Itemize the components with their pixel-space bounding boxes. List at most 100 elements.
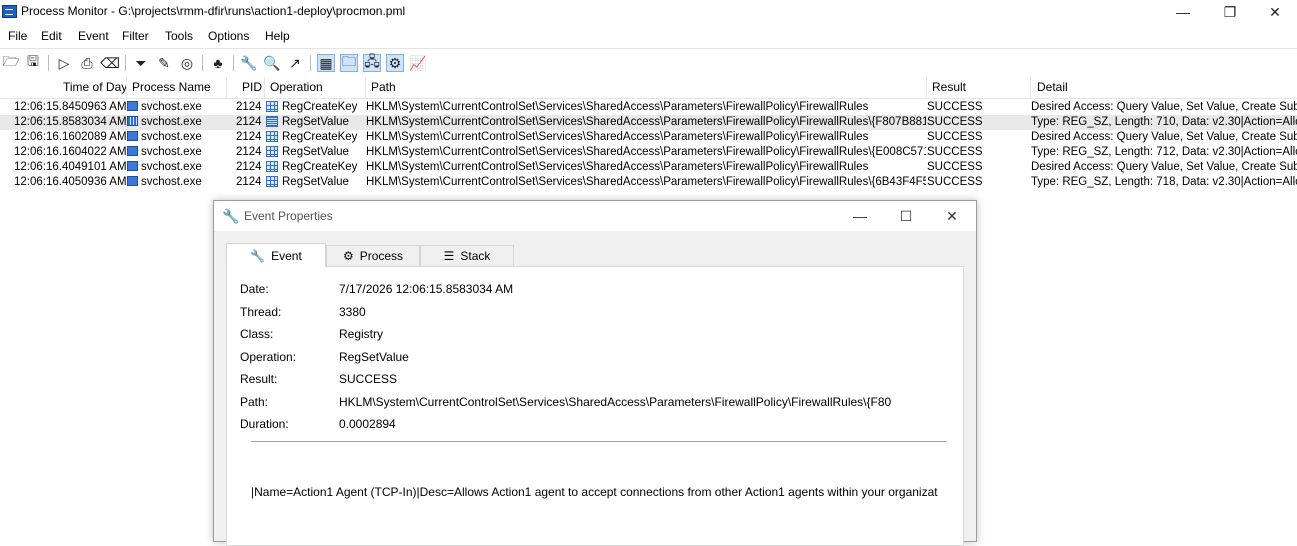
column-operation[interactable]: Operation	[270, 80, 323, 94]
column-divider[interactable]	[926, 77, 927, 98]
cell-operation: RegSetValue	[282, 146, 349, 158]
date-label: Date:	[240, 282, 269, 296]
toolbar-separator	[125, 55, 126, 71]
column-time-of-day[interactable]: Time of Day	[63, 80, 127, 94]
table-row[interactable]: 12:06:16.1602089 AM svchost.exe 2124 Reg…	[0, 130, 1297, 145]
cell-time: 12:06:16.4050936 AM	[14, 176, 127, 188]
cell-path: HKLM\System\CurrentControlSet\Services\S…	[366, 101, 869, 113]
cell-detail: Desired Access: Query Value, Set Value, …	[1031, 101, 1297, 113]
tab-process[interactable]: ⚙ Process	[326, 245, 420, 266]
save-icon[interactable]: 🖫	[24, 53, 42, 72]
operation-label: Operation:	[240, 350, 297, 364]
date-value: 7/17/2026 12:06:15.8583034 AM	[339, 282, 514, 296]
cell-time: 12:06:16.1604022 AM	[14, 146, 127, 158]
menu-event[interactable]: Event	[78, 29, 109, 43]
menu-tools[interactable]: Tools	[165, 29, 193, 43]
clear-icon[interactable]: ⌫	[100, 54, 120, 72]
table-row[interactable]: 12:06:16.4050936 AM svchost.exe 2124 Reg…	[0, 175, 1297, 190]
cell-operation: RegSetValue	[282, 176, 349, 188]
column-divider[interactable]	[126, 77, 127, 98]
column-divider[interactable]	[226, 77, 227, 98]
dialog-title: Event Properties	[244, 209, 333, 223]
cell-result: SUCCESS	[927, 161, 983, 173]
cell-pid: 2124	[236, 101, 262, 113]
network-activity-icon[interactable]: 🖧	[363, 53, 381, 72]
cell-operation: RegSetValue	[282, 116, 349, 128]
dialog-title-bar[interactable]: 🔧 Event Properties — ☐ ✕	[214, 201, 976, 231]
table-row[interactable]: 12:06:16.4049101 AM svchost.exe 2124 Reg…	[0, 160, 1297, 175]
cell-path: HKLM\System\CurrentControlSet\Services\S…	[366, 176, 926, 188]
filter-icon[interactable]: ⏷	[132, 54, 150, 72]
menu-filter[interactable]: Filter	[122, 29, 149, 43]
properties-icon[interactable]: 🔧	[240, 54, 258, 72]
tab-label: Stack	[460, 249, 491, 263]
column-divider[interactable]	[1030, 77, 1031, 98]
dialog-close-button[interactable]: ✕	[930, 204, 974, 228]
registry-icon	[266, 176, 278, 187]
process-monitor-app-icon	[2, 5, 17, 18]
tab-label: Event	[271, 248, 302, 263]
target-icon[interactable]: ◎	[178, 54, 196, 72]
separator-line	[251, 441, 947, 442]
tab-label: Process	[359, 249, 404, 263]
process-icon	[127, 131, 138, 141]
capture-icon[interactable]: ▷	[55, 54, 73, 72]
dialog-maximize-button[interactable]: ☐	[884, 204, 928, 228]
registry-icon	[266, 146, 278, 157]
title-bar: Process Monitor - G:\projects\rmm-dfir\r…	[0, 0, 1297, 24]
table-row[interactable]: 12:06:15.8450963 AM svchost.exe 2124 Reg…	[0, 100, 1297, 115]
jump-icon[interactable]: ↗	[286, 54, 304, 72]
process-tree-icon[interactable]: ♣	[209, 54, 227, 72]
tab-event[interactable]: 🔧 Event	[226, 243, 326, 267]
dialog-minimize-button[interactable]: —	[838, 204, 882, 228]
cell-result: SUCCESS	[927, 176, 983, 188]
column-detail[interactable]: Detail	[1037, 80, 1068, 94]
cell-operation: RegCreateKey	[282, 161, 358, 173]
file-activity-icon[interactable]: 🗀	[340, 53, 358, 72]
cell-pid: 2124	[236, 176, 262, 188]
event-detail-text[interactable]: |Name=Action1 Agent (TCP-In)|Desc=Allows…	[251, 485, 941, 499]
minimize-button[interactable]: —	[1160, 0, 1206, 24]
table-row-selected[interactable]: 12:06:15.8583034 AM svchost.exe 2124 Reg…	[0, 115, 1297, 130]
column-result[interactable]: Result	[932, 80, 966, 94]
open-icon[interactable]: 🗁	[2, 53, 20, 72]
process-icon	[127, 146, 138, 156]
cell-detail: Desired Access: Query Value, Set Value, …	[1031, 161, 1297, 173]
highlight-icon[interactable]: ✎	[155, 54, 173, 72]
autoscroll-icon[interactable]: ⎙	[78, 54, 96, 72]
menu-bar: File Edit Event Filter Tools Options Hel…	[0, 26, 1297, 46]
restore-button[interactable]: ❐	[1207, 0, 1253, 24]
tab-stack[interactable]: ☰ Stack	[420, 245, 514, 266]
registry-activity-icon[interactable]: ▦	[317, 54, 335, 72]
cell-detail: Type: REG_SZ, Length: 710, Data: v2.30|A…	[1031, 116, 1297, 128]
cell-time: 12:06:16.4049101 AM	[14, 161, 127, 173]
cell-pid: 2124	[236, 131, 262, 143]
duration-value: 0.0002894	[339, 417, 396, 431]
event-properties-dialog: 🔧 Event Properties — ☐ ✕ 🔧 Event ⚙ Proce…	[213, 200, 977, 546]
profiling-activity-icon[interactable]: 📈	[409, 54, 427, 72]
registry-icon	[266, 131, 278, 142]
registry-icon	[266, 161, 278, 172]
cell-result: SUCCESS	[927, 146, 983, 158]
thread-label: Thread:	[240, 305, 282, 319]
column-path[interactable]: Path	[371, 80, 396, 94]
column-divider[interactable]	[365, 77, 366, 98]
menu-file[interactable]: File	[8, 29, 27, 43]
table-row[interactable]: 12:06:16.1604022 AM svchost.exe 2124 Reg…	[0, 145, 1297, 160]
cell-process: svchost.exe	[141, 161, 202, 173]
process-activity-icon[interactable]: ⚙	[386, 54, 404, 72]
cell-pid: 2124	[236, 146, 262, 158]
find-icon[interactable]: 🔍	[263, 54, 281, 72]
cell-result: SUCCESS	[927, 131, 983, 143]
column-pid[interactable]: PID	[242, 80, 262, 94]
menu-help[interactable]: Help	[265, 29, 290, 43]
cell-detail: Type: REG_SZ, Length: 718, Data: v2.30|A…	[1031, 176, 1297, 188]
column-divider[interactable]	[264, 77, 265, 98]
cell-path: HKLM\System\CurrentControlSet\Services\S…	[366, 146, 926, 158]
column-process-name[interactable]: Process Name	[132, 80, 211, 94]
close-button[interactable]: ✕	[1252, 0, 1297, 24]
cell-process: svchost.exe	[141, 101, 202, 113]
registry-icon	[266, 116, 278, 127]
menu-options[interactable]: Options	[208, 29, 249, 43]
menu-edit[interactable]: Edit	[41, 29, 62, 43]
